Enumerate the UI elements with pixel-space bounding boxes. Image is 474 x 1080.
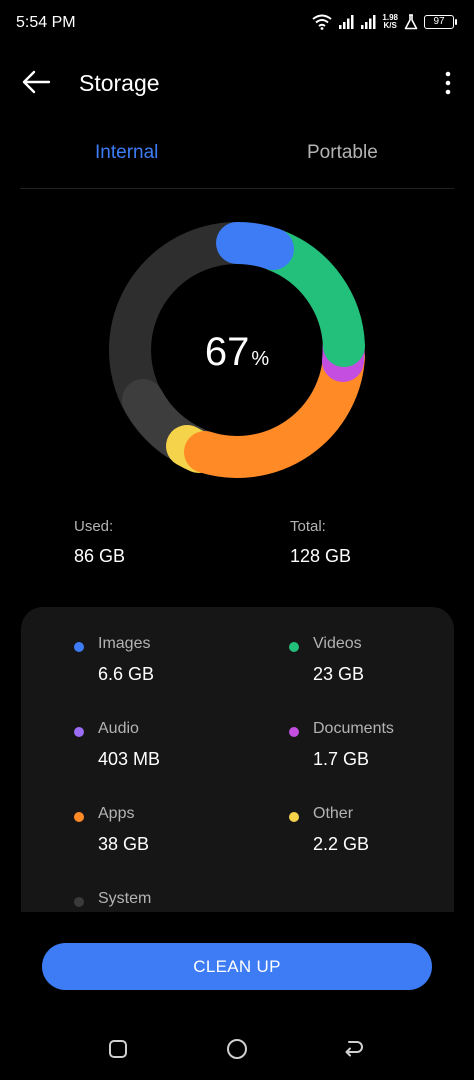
category-breakdown-card: Images 6.6 GB Videos 23 GB Audio 403 MB …	[21, 607, 454, 917]
category-size: 23 GB	[313, 664, 365, 684]
category-name: Images	[98, 635, 151, 652]
flask-icon	[404, 14, 418, 30]
system-nav-bar	[0, 1020, 474, 1080]
category-size: 403 MB	[98, 749, 161, 769]
tab-portable[interactable]: Portable	[307, 142, 378, 164]
category-name: Other	[313, 805, 354, 822]
category-name: System	[98, 890, 152, 907]
system-dot	[74, 897, 84, 907]
category-name: Audio	[98, 720, 139, 737]
category-size: 6.6 GB	[98, 664, 155, 684]
tab-internal[interactable]: Internal	[95, 142, 158, 164]
return-icon[interactable]	[343, 1038, 365, 1060]
images-dot	[74, 642, 84, 652]
wifi-icon	[312, 14, 333, 30]
category-other[interactable]: Other 2.2 GB	[289, 805, 454, 865]
category-images[interactable]: Images 6.6 GB	[74, 635, 254, 695]
used-label: Used:	[74, 518, 114, 535]
videos-dot	[289, 642, 299, 652]
category-apps[interactable]: Apps 38 GB	[74, 805, 254, 865]
donut-segment-images	[216, 222, 294, 270]
category-name: Documents	[313, 720, 394, 737]
apps-dot	[74, 812, 84, 822]
square-icon[interactable]	[108, 1039, 128, 1059]
category-videos[interactable]: Videos 23 GB	[289, 635, 454, 695]
storage-screen: 5:54 PM 1.98 K/S 97 Storage Internal Por…	[0, 0, 474, 1080]
usage-percent-value: 67	[204, 330, 250, 374]
usage-percent: 67%	[107, 330, 367, 375]
documents-dot	[289, 727, 299, 737]
used-value: 86 GB	[74, 546, 126, 566]
battery-icon: 97	[424, 15, 457, 29]
category-name: Apps	[98, 805, 135, 822]
more-vertical-icon[interactable]	[444, 70, 452, 96]
other-dot	[289, 812, 299, 822]
arrow-left-icon[interactable]	[20, 68, 52, 96]
signal-icon	[339, 15, 354, 29]
status-icons: 1.98 K/S 97	[312, 14, 457, 30]
net-speed-unit: K/S	[383, 21, 397, 30]
storage-tabs: Internal Portable	[20, 132, 454, 189]
usage-percent-sign: %	[251, 348, 270, 370]
audio-dot	[74, 727, 84, 737]
category-size: 38 GB	[98, 834, 150, 854]
circle-icon[interactable]	[226, 1038, 248, 1060]
category-audio[interactable]: Audio 403 MB	[74, 720, 254, 780]
total-label: Total:	[290, 518, 326, 535]
category-size: 2.2 GB	[313, 834, 370, 854]
page-title: Storage	[79, 70, 160, 96]
total-value: 128 GB	[290, 546, 352, 566]
signal-icon	[361, 15, 376, 29]
category-name: Videos	[313, 635, 362, 652]
status-bar: 5:54 PM 1.98 K/S 97	[0, 0, 474, 46]
clean-up-button[interactable]: CLEAN UP	[42, 943, 432, 990]
category-size: 1.7 GB	[313, 749, 370, 769]
status-time: 5:54 PM	[16, 14, 76, 31]
app-header: Storage	[0, 58, 474, 108]
net-speed: 1.98 K/S	[382, 14, 398, 30]
category-documents[interactable]: Documents 1.7 GB	[289, 720, 454, 780]
